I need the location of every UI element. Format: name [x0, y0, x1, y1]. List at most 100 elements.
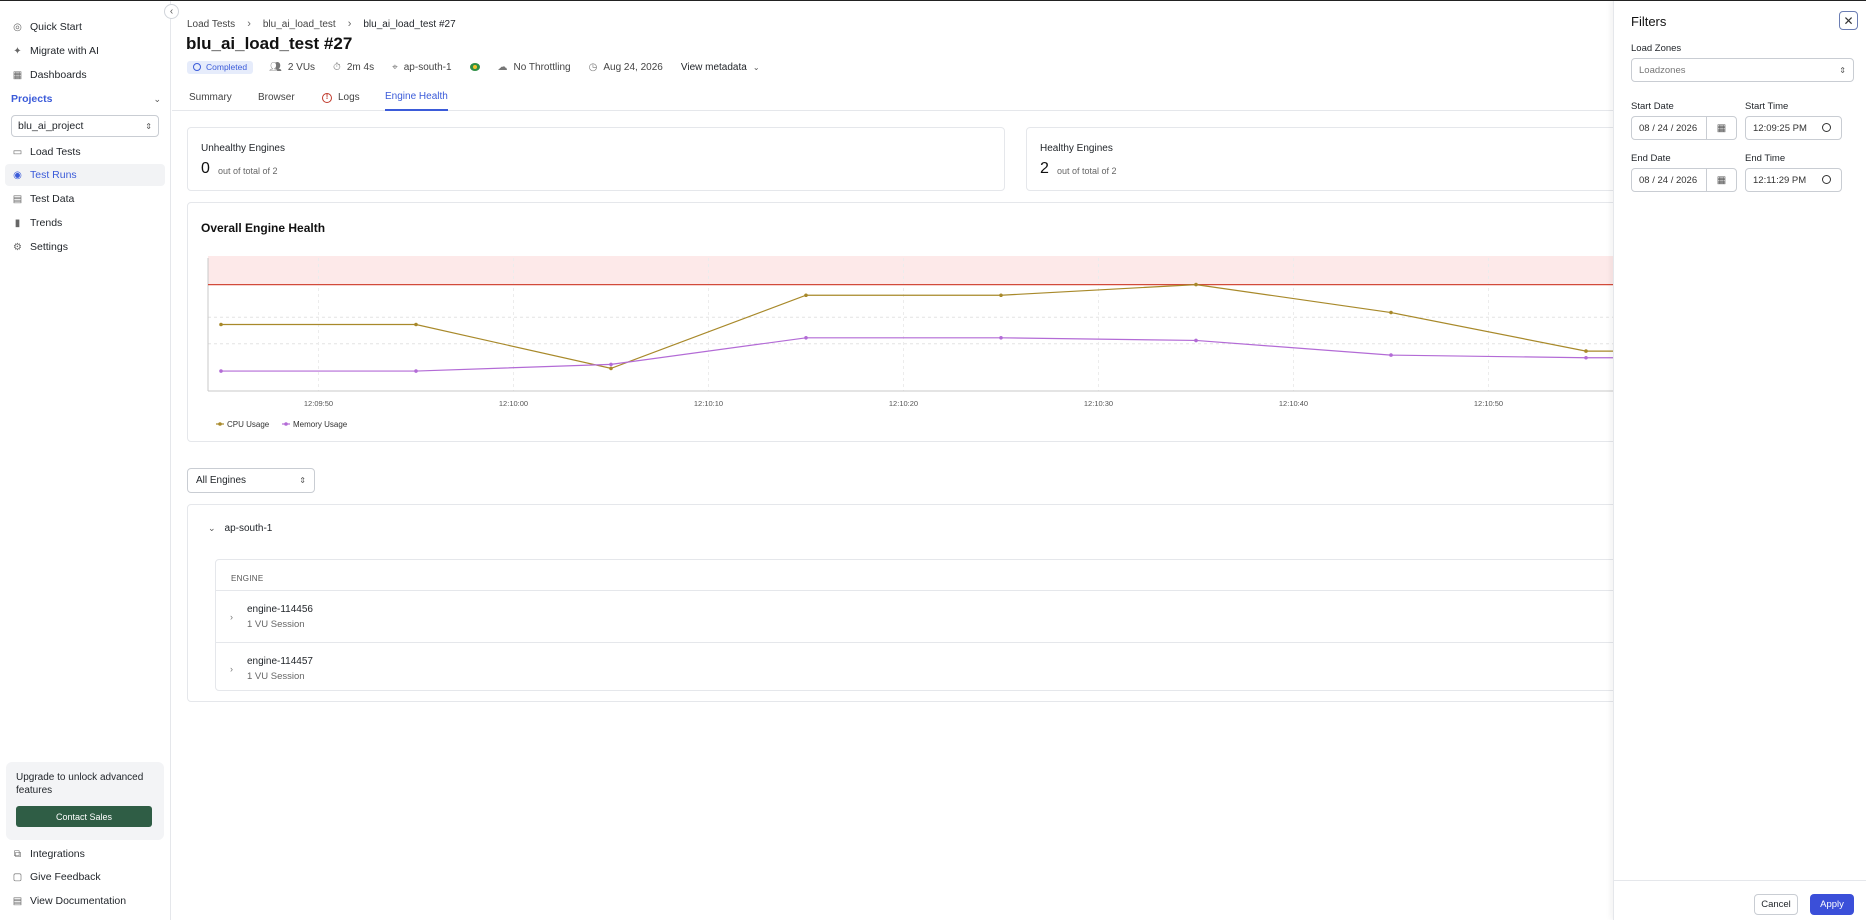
x-tick-label: 12:10:20	[889, 399, 918, 408]
x-tick-label: 12:10:10	[694, 399, 723, 408]
sidebar-item-quick-start[interactable]: ◎ Quick Start	[5, 16, 165, 38]
throttling-text: No Throttling	[513, 61, 571, 73]
close-icon: ✕	[1843, 13, 1854, 28]
data-point	[1584, 349, 1588, 353]
end-time-input[interactable]: 12:11:29 PM	[1745, 168, 1842, 192]
data-point	[1194, 282, 1198, 287]
status-icon	[193, 63, 201, 71]
unhealthy-engines-card: Unhealthy Engines 0 out of total of 2	[187, 127, 1005, 191]
project-select-value: blu_ai_project	[18, 120, 84, 132]
breadcrumb-load-test[interactable]: blu_ai_load_test	[263, 19, 336, 30]
table-icon: ▤	[12, 193, 23, 205]
tab-engine-health[interactable]: Engine Health	[385, 84, 448, 111]
cancel-button[interactable]: Cancel	[1754, 894, 1798, 915]
load-zones-placeholder: Loadzones	[1639, 64, 1686, 76]
close-filters-button[interactable]: ✕	[1839, 11, 1858, 30]
docs-icon: ▤	[12, 895, 23, 907]
start-date-label: Start Date	[1631, 101, 1674, 112]
load-zones-label: Load Zones	[1631, 43, 1682, 54]
legend-marker	[218, 422, 222, 426]
table-row[interactable]: › engine-114457 1 VU Session	[216, 642, 1816, 694]
breadcrumb-load-tests[interactable]: Load Tests	[187, 19, 235, 30]
data-point	[804, 293, 808, 298]
legend-label: Memory Usage	[293, 420, 348, 429]
contact-sales-button[interactable]: Contact Sales	[16, 806, 152, 827]
sidebar-item-load-tests[interactable]: ▭ Load Tests	[5, 141, 165, 163]
sidebar-item-label: Settings	[30, 241, 68, 253]
projects-label: Projects	[11, 93, 53, 105]
sidebar-item-test-data[interactable]: ▤ Test Data	[5, 188, 165, 210]
tab-browser[interactable]: Browser	[258, 84, 295, 111]
card-label: Unhealthy Engines	[201, 143, 285, 154]
data-point	[414, 322, 418, 327]
view-metadata-button[interactable]: View metadata ⌄	[681, 62, 760, 73]
start-date-input[interactable]: 08 / 24 / 2026 ▦	[1631, 116, 1737, 140]
view-metadata-label: View metadata	[680, 61, 747, 73]
duration-meta: ⏱︎ 2m 4s	[333, 62, 374, 73]
calendar-icon[interactable]: ▦	[1706, 169, 1736, 191]
end-time-label: End Time	[1745, 153, 1786, 164]
chevron-right-icon: ›	[230, 664, 233, 674]
sidebar-item-label: Integrations	[30, 848, 85, 860]
card-subtext: out of total of 2	[218, 166, 278, 176]
card-subtext: out of total of 2	[1057, 166, 1117, 176]
x-tick-label: 12:10:50	[1474, 399, 1503, 408]
end-date-value: 08 / 24 / 2026	[1639, 174, 1698, 186]
engine-session: 1 VU Session	[247, 619, 305, 630]
sidebar-item-view-documentation[interactable]: ▤ View Documentation	[5, 890, 165, 912]
country-flag-icon	[469, 63, 480, 71]
chevron-down-icon: ⌄	[752, 62, 760, 72]
data-point	[1194, 338, 1198, 343]
sidebar-item-label: Test Data	[30, 193, 75, 205]
apply-button[interactable]: Apply	[1810, 894, 1854, 915]
clock-icon[interactable]	[1822, 123, 1831, 132]
project-select[interactable]: blu_ai_project ⇕	[11, 115, 159, 137]
sidebar-item-migrate-ai[interactable]: ✦ Migrate with AI	[5, 40, 165, 62]
sidebar-item-label: Test Runs	[30, 169, 77, 181]
region-group-label: ap-south-1	[224, 523, 273, 534]
upgrade-text: Upgrade to unlock advanced features	[16, 772, 144, 796]
sidebar-item-label: Migrate with AI	[30, 45, 99, 57]
engine-filter-select[interactable]: All Engines ⇕	[187, 468, 315, 493]
select-arrows-icon: ⇕	[299, 476, 306, 485]
region-group-toggle[interactable]: ⌄ ap-south-1	[208, 523, 272, 534]
load-zones-select[interactable]: Loadzones ⇕	[1631, 58, 1854, 82]
sidebar-item-give-feedback[interactable]: ▢ Give Feedback	[5, 866, 165, 888]
sidebar-item-trends[interactable]: ▮ Trends	[5, 212, 165, 234]
vus-meta: 👥︎ 2 VUs	[269, 62, 315, 73]
table-row[interactable]: › engine-114456 1 VU Session	[216, 590, 1816, 642]
data-point	[219, 369, 223, 373]
dashboard-icon: ▦	[12, 69, 23, 81]
users-icon: 👥︎	[269, 61, 282, 73]
bar-chart-icon: ▮	[14, 217, 21, 229]
clock-icon[interactable]	[1822, 175, 1831, 184]
sidebar-item-settings[interactable]: ⚙ Settings	[5, 236, 165, 258]
chevron-right-icon: ›	[347, 18, 352, 30]
calendar-icon[interactable]: ▦	[1706, 117, 1736, 139]
data-point	[219, 322, 223, 327]
sidebar-item-dashboards[interactable]: ▦ Dashboards	[5, 64, 165, 86]
data-point	[804, 336, 808, 340]
x-tick-label: 12:09:50	[304, 399, 333, 408]
data-point	[414, 369, 418, 373]
end-date-input[interactable]: 08 / 24 / 2026 ▦	[1631, 168, 1737, 192]
gear-icon: ⚙	[13, 241, 22, 253]
chevron-down-icon: ⌄	[153, 93, 161, 104]
select-arrows-icon: ⇕	[145, 121, 152, 131]
projects-section-header[interactable]: Projects ⌄	[11, 93, 161, 105]
window-top-border	[0, 0, 1866, 1]
sidebar-item-label: Trends	[30, 217, 63, 229]
sidebar-item-label: Dashboards	[30, 69, 87, 81]
sidebar-item-test-runs[interactable]: ◉ Test Runs	[5, 164, 165, 186]
x-tick-label: 12:10:00	[499, 399, 528, 408]
collapse-sidebar-button[interactable]: ‹	[164, 4, 179, 19]
sidebar-item-integrations[interactable]: ⧉ Integrations	[5, 843, 165, 865]
sparkle-icon: ✦	[13, 45, 22, 57]
x-tick-label: 12:10:40	[1279, 399, 1308, 408]
breadcrumb: Load Tests › blu_ai_load_test › blu_ai_l…	[187, 18, 456, 30]
tab-logs[interactable]: ! Logs	[322, 84, 360, 111]
engine-session: 1 VU Session	[247, 671, 305, 682]
region-meta: ⌖ ap-south-1	[392, 62, 451, 73]
start-time-input[interactable]: 12:09:25 PM	[1745, 116, 1842, 140]
tab-summary[interactable]: Summary	[189, 84, 232, 111]
